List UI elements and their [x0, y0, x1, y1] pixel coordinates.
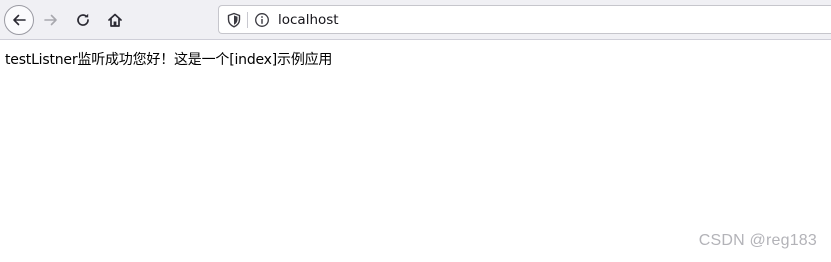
home-button[interactable] [100, 5, 130, 35]
shield-icon[interactable] [226, 12, 242, 28]
browser-toolbar: localhost [0, 0, 831, 40]
back-button[interactable] [4, 5, 34, 35]
forward-button[interactable] [36, 5, 66, 35]
address-bar[interactable]: localhost [218, 5, 831, 34]
url-text[interactable]: localhost [278, 11, 339, 29]
forward-arrow-icon [44, 14, 57, 26]
info-icon[interactable] [254, 12, 270, 28]
home-icon [108, 13, 122, 27]
page-body-text: testListner监听成功您好！这是一个[index]示例应用 [5, 52, 333, 68]
reload-icon [77, 13, 89, 26]
watermark: CSDN @reg183 [698, 232, 817, 249]
back-arrow-icon [13, 14, 26, 26]
address-bar-divider [247, 12, 248, 28]
reload-button[interactable] [68, 5, 98, 35]
